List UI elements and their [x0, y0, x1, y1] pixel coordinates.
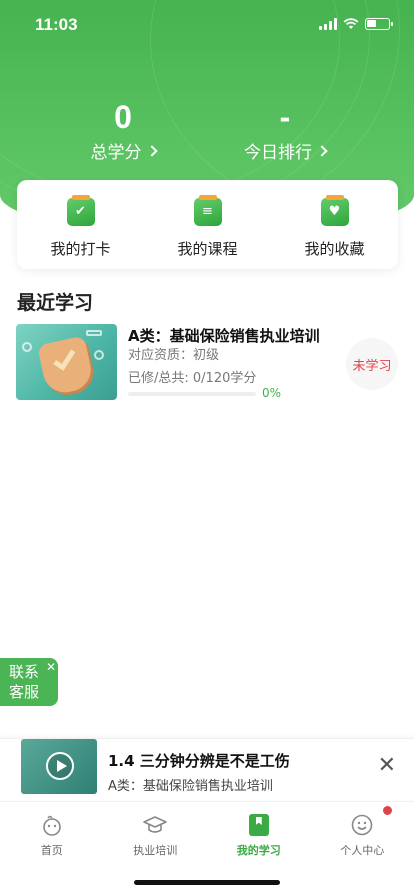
mini-player-subtitle: A类：基础保险销售执业培训: [108, 779, 273, 794]
today-rank-label: 今日排行: [244, 138, 328, 163]
course-status-badge[interactable]: 未学习: [346, 338, 398, 390]
favorite-icon: ♥: [320, 195, 349, 226]
home-icon: [39, 812, 65, 838]
my-favorites-button[interactable]: ♥ 我的收藏: [271, 180, 398, 269]
mini-player-title: 1.4 三分钟分辨是不是工伤: [108, 752, 290, 770]
checkin-icon: ✔: [66, 195, 95, 226]
smiley-profile-icon: [349, 812, 375, 838]
today-rank-label-text: 今日排行: [244, 143, 312, 163]
shield-check-illustration: [37, 335, 95, 397]
course-card[interactable]: A类：基础保险销售执业培训 对应资质：初级 已修/总共: 0/120学分 0% …: [16, 324, 398, 402]
course-qualification: 对应资质：初级: [128, 348, 220, 363]
chevron-right-icon: [145, 144, 158, 157]
tab-home-label: 首页: [40, 844, 63, 857]
my-courses-button[interactable]: ≡ 我的课程: [144, 180, 271, 269]
mini-player-thumbnail: [21, 739, 97, 794]
notification-badge: [383, 806, 392, 815]
tab-home[interactable]: 首页: [0, 802, 104, 861]
battery-icon: [365, 18, 393, 30]
tab-profile-label: 个人中心: [340, 844, 385, 857]
close-icon[interactable]: ✕: [46, 657, 56, 677]
tab-profile[interactable]: 个人中心: [311, 802, 414, 861]
total-credits-stat[interactable]: 0 总学分: [33, 98, 213, 163]
status-bar: 11:03: [0, 0, 414, 50]
course-title: A类：基础保险销售执业培训: [128, 327, 320, 345]
tab-training-label: 执业培训: [133, 844, 178, 857]
contact-service-line2: 客服: [9, 683, 40, 701]
home-indicator: [134, 880, 280, 885]
my-checkin-label: 我的打卡: [50, 240, 111, 258]
today-rank-stat[interactable]: - 今日排行: [195, 98, 375, 163]
cellular-signal-icon: [319, 18, 337, 30]
my-favorites-label: 我的收藏: [304, 240, 365, 258]
my-courses-label: 我的课程: [177, 240, 238, 258]
course-credits: 已修/总共: 0/120学分: [128, 371, 257, 386]
contact-service-button[interactable]: 联系 客服 ✕: [0, 658, 58, 706]
total-credits-value: 0: [114, 99, 132, 135]
status-time: 11:03: [35, 15, 78, 34]
recent-study-title: 最近学习: [17, 292, 94, 314]
chevron-right-icon: [316, 144, 328, 157]
play-icon[interactable]: [46, 752, 74, 780]
course-progress-percent: 0%: [262, 386, 282, 400]
course-icon: ≡: [193, 195, 222, 226]
course-thumbnail: [16, 324, 117, 400]
close-icon[interactable]: ✕: [378, 755, 396, 777]
quick-actions-card: ✔ 我的打卡 ≡ 我的课程 ♥ 我的收藏: [17, 180, 398, 269]
study-book-icon: [246, 812, 272, 838]
course-progress-bar: [128, 392, 256, 396]
today-rank-value: -: [279, 99, 291, 135]
total-credits-label: 总学分: [90, 138, 158, 163]
bottom-tab-bar: 首页 执业培训 我的学习 个人中心: [0, 801, 414, 861]
tab-my-study-label: 我的学习: [236, 844, 281, 857]
mini-player[interactable]: 1.4 三分钟分辨是不是工伤 A类：基础保险销售执业培训 ✕: [0, 738, 414, 800]
wifi-icon: [343, 18, 359, 29]
graduation-cap-icon: [142, 812, 168, 838]
status-icons: [319, 18, 393, 30]
tab-training[interactable]: 执业培训: [104, 802, 208, 861]
my-checkin-button[interactable]: ✔ 我的打卡: [17, 180, 144, 269]
tab-my-study[interactable]: 我的学习: [207, 802, 311, 861]
total-credits-label-text: 总学分: [90, 143, 142, 163]
